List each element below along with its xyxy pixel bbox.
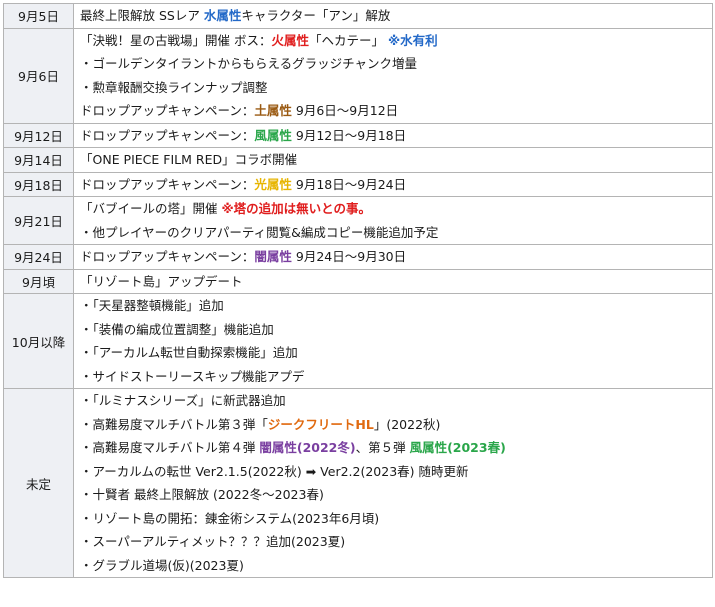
event-line: ドロップアップキャンペーン：光属性 9月18日～9月24日 [74, 173, 712, 197]
event-text: ・ゴールデンタイラントからもらえるグラッジチャンク増量 [80, 56, 418, 71]
event-text: ドロップアップキャンペーン： [80, 176, 255, 192]
event-line: ドロップアップキャンペーン：土属性 9月6日～9月12日 [74, 99, 712, 123]
event-line: ・「アーカルム転世自動探索機能」追加 [74, 341, 712, 365]
schedule-row: 9月12日 ドロップアップキャンペーン：風属性 9月12日～9月18日 [3, 122, 713, 148]
highlight-text: ※水有利 [387, 32, 438, 48]
event-line: ・他プレイヤーのクリアパーティ閲覧&編成コピー機能追加予定 [74, 221, 712, 245]
event-text: 「決戦！星の古戦場」開催 ボス： [80, 32, 272, 48]
highlight-text: 土属性 [254, 103, 292, 118]
schedule-row: 10月以降 ・「天星器整頓機能」追加・「装備の編成位置調整」機能追加・「アーカルム… [3, 293, 713, 389]
highlight-text: ジークフリートHL [267, 416, 374, 432]
event-text: ・「ルミナスシリーズ」に新武器追加 [80, 393, 286, 408]
highlight-text: ※塔の追加は無いとの事。 [221, 201, 372, 216]
date-cell: 9月18日 [3, 171, 74, 197]
event-text: ・「天星器整頓機能」追加 [80, 298, 224, 313]
schedule-row: 9月18日 ドロップアップキャンペーン：光属性 9月18日～9月24日 [3, 171, 713, 197]
schedule-row: 未定 ・「ルミナスシリーズ」に新武器追加 ・高難易度マルチバトル第３弾「ジークフリー… [3, 388, 713, 578]
event-line: ドロップアップキャンペーン：風属性 9月12日～9月18日 [74, 124, 712, 148]
date-cell: 9月6日 [3, 27, 74, 124]
event-line: ・「ルミナスシリーズ」に新武器追加 [74, 389, 712, 413]
event-text: 、第５弾 [355, 440, 410, 455]
event-text: ドロップアップキャンペーン： [80, 103, 255, 118]
schedule-row: 9月14日 「ONE PIECE FILM RED」コラボ開催 [3, 147, 713, 173]
date-cell: 9月12日 [3, 122, 74, 148]
event-text: ドロップアップキャンペーン： [80, 249, 255, 264]
event-line: 最終上限解放 SSレア 水属性キャラクター「アン」解放 [74, 4, 712, 28]
event-line: 「リゾート島」アップデート [74, 270, 712, 294]
schedule-row: 9月5日 最終上限解放 SSレア 水属性キャラクター「アン」解放 [3, 3, 713, 29]
date-cell: 9月21日 [3, 196, 74, 245]
date-cell: 9月24日 [3, 244, 74, 270]
event-line: 「バブイールの塔」開催 ※塔の追加は無いとの事。 [74, 197, 712, 221]
event-text: ・「アーカルム転世自動探索機能」追加 [80, 345, 298, 360]
date-cell: 10月以降 [3, 293, 74, 389]
event-line: ・グラブル道場(仮)(2023夏) [74, 554, 712, 578]
event-text: ドロップアップキャンペーン： [80, 127, 255, 143]
event-line: ・勲章報酬交換ラインナップ調整 [74, 76, 712, 100]
event-line: ・アーカルムの転世 Ver2.1.5(2022秋) ➡ Ver2.2(2023春… [74, 460, 712, 484]
event-text: 「ヘカテー」 [309, 32, 388, 48]
event-line: ドロップアップキャンペーン：闇属性 9月24日～9月30日 [74, 245, 712, 269]
event-cell: 最終上限解放 SSレア 水属性キャラクター「アン」解放 [73, 3, 713, 29]
event-line: ・高難易度マルチバトル第３弾「ジークフリートHL」(2022秋) [74, 413, 712, 437]
event-cell: ・「天星器整頓機能」追加・「装備の編成位置調整」機能追加・「アーカルム転世自動探… [73, 293, 713, 389]
schedule-row: 9月21日 「バブイールの塔」開催 ※塔の追加は無いとの事。・他プレイヤーのクリア… [3, 196, 713, 245]
event-text: ・スーパーアルティメット？？？追加(2023夏) [80, 534, 346, 549]
event-text: ・グラブル道場(仮)(2023夏) [80, 557, 244, 573]
event-text: キャラクター「アン」解放 [241, 8, 391, 23]
highlight-text: 風属性 [254, 127, 292, 143]
event-line: 「決戦！星の古戦場」開催 ボス：火属性「ヘカテー」 ※水有利 [74, 29, 712, 53]
event-line: ・「天星器整頓機能」追加 [74, 294, 712, 318]
highlight-text: 火属性 [271, 32, 309, 48]
event-text: ・十賢者 最終上限解放 (2022冬～2023春) [80, 487, 324, 502]
event-text: ・他プレイヤーのクリアパーティ閲覧&編成コピー機能追加予定 [80, 224, 439, 240]
event-text: 9月18日～9月24日 [291, 176, 407, 192]
event-cell: ドロップアップキャンペーン：風属性 9月12日～9月18日 [73, 122, 713, 148]
event-line: ・高難易度マルチバトル第４弾 闇属性(2022冬)、第５弾 風属性(2023春) [74, 436, 712, 460]
date-cell: 9月頃 [3, 268, 74, 294]
event-text: 「ONE PIECE FILM RED」コラボ開催 [80, 152, 298, 167]
event-text: 「バブイールの塔」開催 [80, 201, 222, 216]
date-cell: 未定 [3, 388, 74, 578]
highlight-text: 闇属性(2022冬) [259, 440, 356, 455]
event-cell: 「決戦！星の古戦場」開催 ボス：火属性「ヘカテー」 ※水有利・ゴールデンタイラン… [73, 27, 713, 124]
schedule-body: 9月5日 最終上限解放 SSレア 水属性キャラクター「アン」解放 9月6日 「決戦！星… [3, 3, 713, 578]
event-text: 9月6日～9月12日 [291, 103, 399, 118]
schedule-row: 9月6日 「決戦！星の古戦場」開催 ボス：火属性「ヘカテー」 ※水有利・ゴールデン… [3, 27, 713, 124]
event-text: 9月12日～9月18日 [291, 127, 407, 143]
event-text: ・高難易度マルチバトル第３弾「 [80, 416, 268, 432]
highlight-text: 風属性(2023春) [409, 440, 506, 455]
event-line: 「ONE PIECE FILM RED」コラボ開催 [74, 148, 712, 172]
event-text: 」(2022秋) [373, 416, 441, 432]
event-line: ・サイドストーリースキップ機能アプデ [74, 365, 712, 389]
event-line: ・スーパーアルティメット？？？追加(2023夏) [74, 530, 712, 554]
date-cell: 9月14日 [3, 147, 74, 173]
event-text: ・リゾート島の開拓：錬金術システム(2023年6月頃) [80, 510, 380, 526]
event-text: 9月24日～9月30日 [291, 249, 407, 264]
highlight-text: 光属性 [254, 176, 292, 192]
date-cell: 9月5日 [3, 3, 74, 29]
event-line: ・「装備の編成位置調整」機能追加 [74, 318, 712, 342]
event-cell: 「リゾート島」アップデート [73, 268, 713, 294]
event-text: ・「装備の編成位置調整」機能追加 [80, 321, 274, 337]
event-text: ・勲章報酬交換ラインナップ調整 [80, 79, 268, 95]
event-cell: ドロップアップキャンペーン：光属性 9月18日～9月24日 [73, 171, 713, 197]
event-text: ・高難易度マルチバトル第４弾 [80, 440, 260, 455]
event-line: ・リゾート島の開拓：錬金術システム(2023年6月頃) [74, 507, 712, 531]
schedule-row: 9月24日 ドロップアップキャンペーン：闇属性 9月24日～9月30日 [3, 244, 713, 270]
highlight-text: 闇属性 [254, 249, 292, 264]
event-cell: 「ONE PIECE FILM RED」コラボ開催 [73, 147, 713, 173]
event-text: 「リゾート島」アップデート [80, 273, 243, 289]
event-text: ・アーカルムの転世 Ver2.1.5(2022秋) ➡ Ver2.2(2023春… [80, 463, 469, 479]
highlight-text: 水属性 [203, 8, 242, 23]
event-text: ・サイドストーリースキップ機能アプデ [80, 368, 305, 384]
event-line: ・十賢者 最終上限解放 (2022冬～2023春) [74, 483, 712, 507]
event-line: ・ゴールデンタイラントからもらえるグラッジチャンク増量 [74, 52, 712, 76]
schedule-table: 9月5日 最終上限解放 SSレア 水属性キャラクター「アン」解放 9月6日 「決戦！星… [3, 3, 713, 578]
event-cell: ・「ルミナスシリーズ」に新武器追加 ・高難易度マルチバトル第３弾「ジークフリートH… [73, 388, 713, 578]
event-cell: 「バブイールの塔」開催 ※塔の追加は無いとの事。・他プレイヤーのクリアパーティ閲… [73, 196, 713, 245]
event-text: 最終上限解放 SSレア [80, 8, 204, 23]
schedule-row: 9月頃 「リゾート島」アップデート [3, 268, 713, 294]
event-cell: ドロップアップキャンペーン：闇属性 9月24日～9月30日 [73, 244, 713, 270]
